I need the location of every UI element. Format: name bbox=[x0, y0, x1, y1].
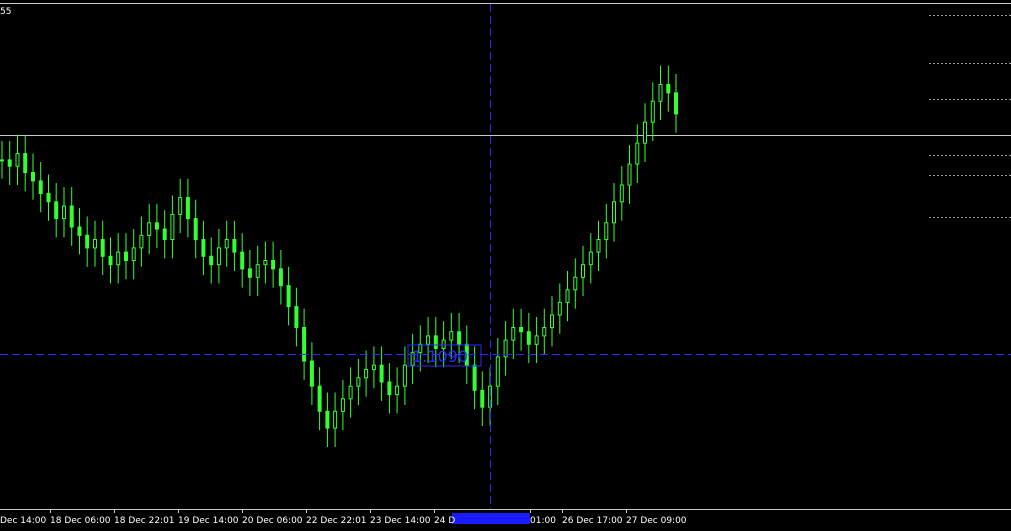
x-tick-label: 01:00 bbox=[530, 516, 556, 526]
x-tick-label: Dec 14:00 bbox=[0, 516, 46, 526]
candle-body bbox=[309, 360, 314, 387]
candle-body bbox=[38, 180, 43, 194]
candle-body bbox=[23, 153, 28, 174]
candle-body bbox=[340, 398, 345, 412]
candle-body bbox=[526, 331, 531, 345]
candle-body bbox=[317, 385, 322, 412]
candle-body bbox=[658, 84, 663, 102]
candle-body bbox=[371, 364, 376, 370]
candle-body bbox=[604, 222, 609, 241]
candle-body bbox=[612, 201, 616, 224]
candle-body bbox=[379, 364, 384, 383]
x-tick-label: 19 Dec 14:00 bbox=[178, 516, 239, 526]
candle-body bbox=[325, 410, 330, 429]
candle-body bbox=[240, 251, 245, 270]
chart-background bbox=[0, 0, 1011, 531]
candle-body bbox=[62, 205, 66, 220]
candle-body bbox=[542, 327, 547, 337]
candle-body bbox=[278, 268, 283, 287]
candle-body bbox=[255, 264, 260, 278]
candle-body bbox=[0, 159, 4, 162]
candle-body bbox=[247, 268, 252, 278]
candle-body bbox=[619, 184, 624, 203]
candle-body bbox=[635, 142, 640, 165]
candle-body bbox=[178, 197, 183, 215]
candle-body bbox=[232, 239, 237, 253]
candle-body bbox=[557, 301, 562, 316]
candle-body bbox=[534, 335, 539, 345]
candle-body bbox=[674, 92, 678, 115]
crosshair-date-highlight bbox=[452, 513, 530, 524]
candle-body bbox=[162, 228, 167, 240]
candle-body bbox=[263, 260, 268, 266]
candle-body bbox=[457, 331, 462, 345]
candle-body bbox=[124, 251, 128, 262]
x-tick-label: 20 Dec 06:00 bbox=[242, 516, 303, 526]
candle-body bbox=[108, 255, 113, 266]
candle-body bbox=[550, 314, 554, 329]
candle-body bbox=[643, 121, 647, 144]
candle-body bbox=[216, 247, 221, 266]
candle-body bbox=[387, 381, 392, 396]
candle-body bbox=[596, 239, 601, 253]
candlestick-chart[interactable]: 1.1090 55 Dec 14:00 18 Dec 06:00 18 Dec 22… bbox=[0, 0, 1011, 531]
candle-body bbox=[193, 218, 198, 241]
candle-body bbox=[154, 222, 159, 230]
candle-body bbox=[100, 239, 105, 257]
candle-body bbox=[31, 172, 35, 182]
x-tick-label: 23 Dec 14:00 bbox=[370, 516, 431, 526]
candle-body bbox=[426, 335, 431, 345]
candle-body bbox=[627, 163, 632, 186]
candle-body bbox=[402, 364, 407, 387]
candle-body bbox=[147, 222, 152, 236]
candle-body bbox=[495, 356, 500, 387]
candle-body bbox=[77, 226, 82, 236]
x-tick-label: 18 Dec 22:01 bbox=[114, 516, 175, 526]
candle-body bbox=[69, 205, 74, 228]
candle-body bbox=[588, 251, 593, 266]
candle-body bbox=[185, 197, 190, 220]
candle-body bbox=[472, 364, 477, 391]
candle-body bbox=[565, 289, 570, 303]
candle-body bbox=[271, 260, 276, 270]
x-tick-label: 26 Dec 17:00 bbox=[562, 516, 623, 526]
candle-body bbox=[519, 327, 524, 333]
candle-body bbox=[93, 239, 97, 249]
top-left-tag: 55 bbox=[0, 7, 11, 17]
candle-body bbox=[650, 100, 655, 123]
candle-body bbox=[302, 327, 307, 362]
x-tick-label: 18 Dec 06:00 bbox=[50, 516, 111, 526]
candle-body bbox=[201, 239, 206, 257]
candle-body bbox=[224, 239, 229, 249]
candle-body bbox=[364, 368, 369, 379]
candle-body bbox=[209, 255, 214, 266]
candle-body bbox=[131, 247, 136, 261]
candle-body bbox=[286, 285, 291, 308]
candle-body bbox=[581, 264, 585, 278]
candle-body bbox=[573, 276, 578, 291]
candle-body bbox=[333, 410, 338, 429]
x-tick-label: 24 D bbox=[434, 516, 455, 526]
candle-body bbox=[348, 385, 353, 400]
candle-body bbox=[356, 377, 361, 387]
candle-body bbox=[170, 213, 175, 240]
candle-body bbox=[395, 385, 400, 396]
candle-body bbox=[666, 84, 671, 94]
candle-body bbox=[46, 192, 51, 203]
x-tick-label: 27 Dec 09:00 bbox=[626, 516, 687, 526]
crosshair-price-label: 1.1090 bbox=[412, 347, 468, 366]
candle-body bbox=[116, 251, 121, 266]
candle-body bbox=[85, 234, 90, 249]
candle-body bbox=[15, 153, 20, 167]
candle-body bbox=[294, 306, 299, 329]
candle-body bbox=[7, 159, 12, 167]
candle-body bbox=[480, 389, 485, 408]
candle-body bbox=[139, 234, 144, 249]
candle-body bbox=[511, 327, 516, 341]
candle-body bbox=[449, 331, 454, 341]
x-tick-label: 22 Dec 22:01 bbox=[306, 516, 367, 526]
candle-body bbox=[54, 201, 59, 220]
